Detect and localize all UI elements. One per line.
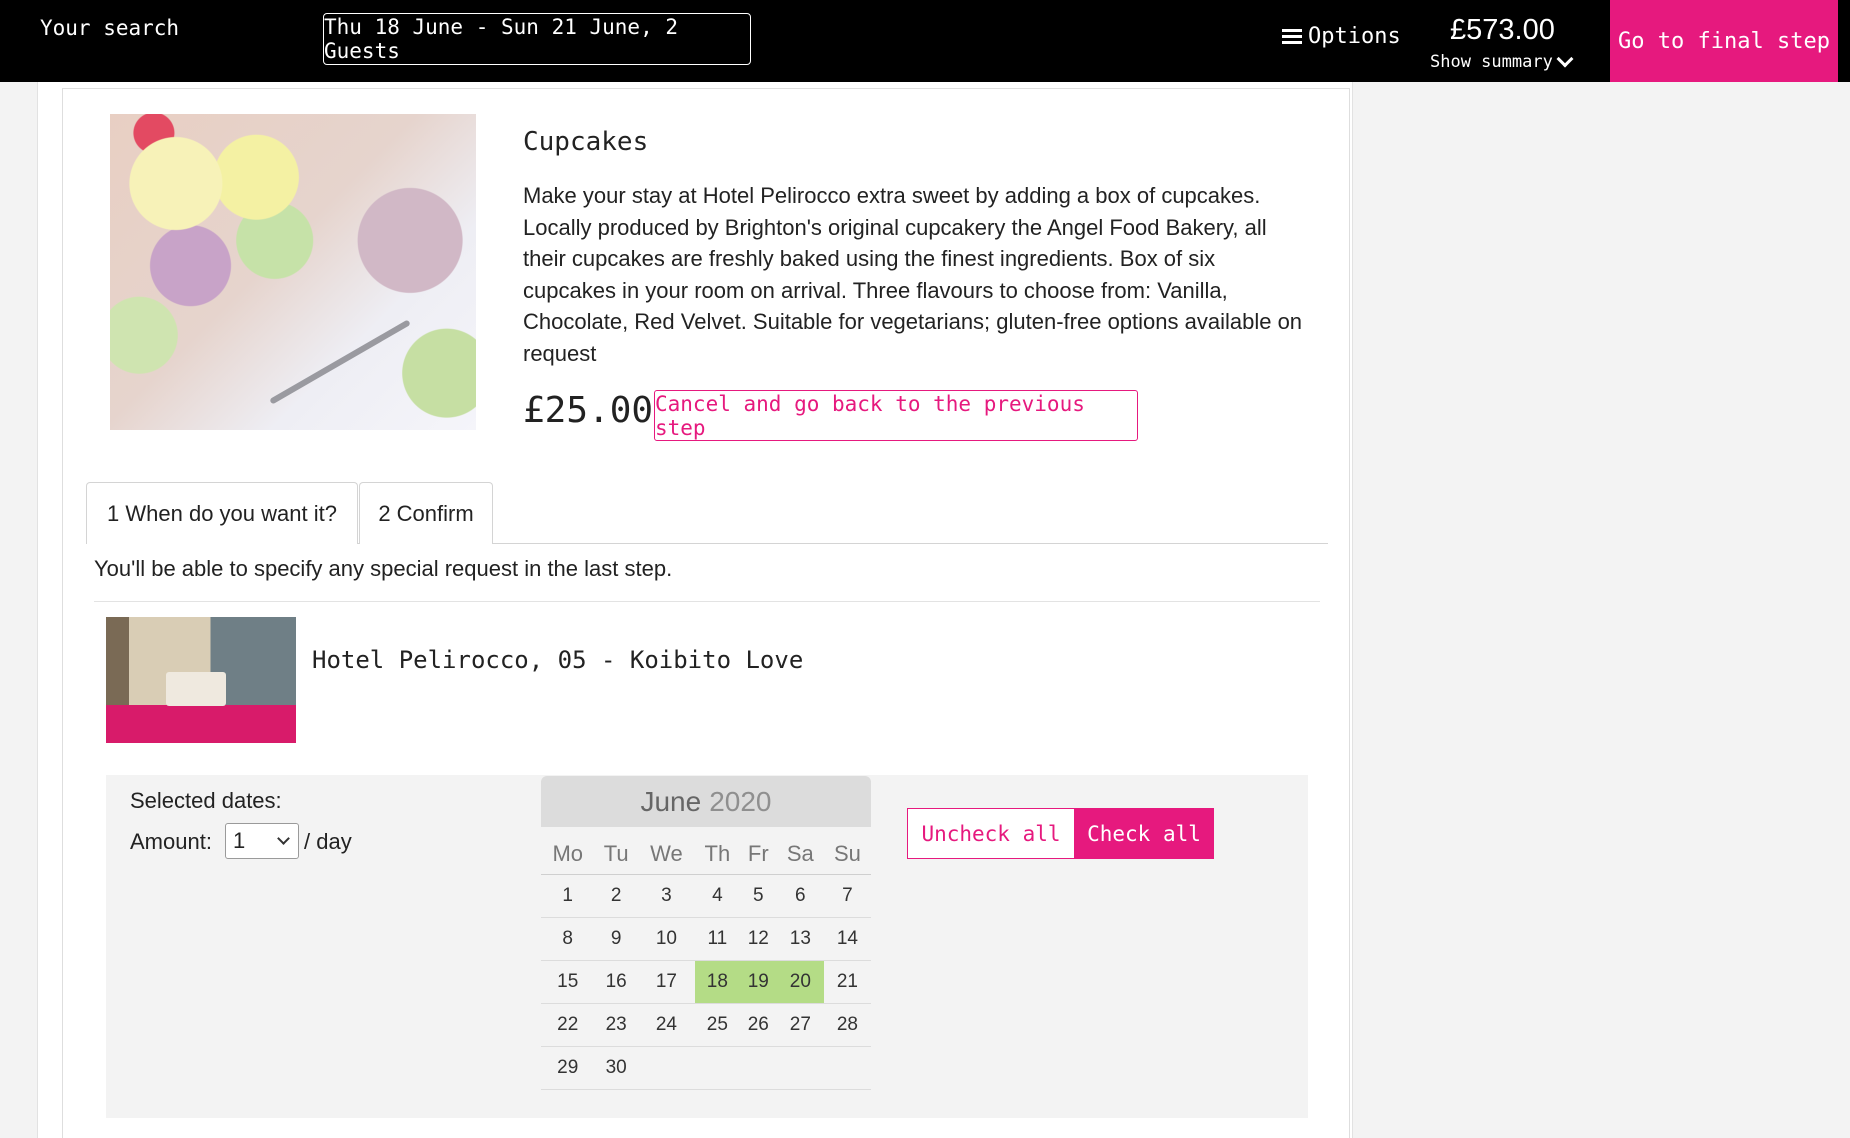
- tab-when[interactable]: 1 When do you want it?: [86, 482, 358, 544]
- calendar-day[interactable]: 7: [823, 874, 871, 918]
- uncheck-all-button[interactable]: Uncheck all: [907, 808, 1075, 859]
- calendar-day[interactable]: 8: [541, 917, 595, 961]
- search-summary-button[interactable]: Thu 18 June - Sun 21 June, 2 Guests: [323, 13, 751, 65]
- calendar-day[interactable]: 20: [776, 960, 824, 1004]
- calendar-week: 8 9 10 11 12 13 14: [541, 917, 871, 961]
- calendar-day[interactable]: 21: [823, 960, 871, 1004]
- calendar-day[interactable]: 24: [637, 1003, 695, 1047]
- options-menu-button[interactable]: Options: [1282, 24, 1401, 49]
- your-search-label: Your search: [40, 16, 180, 40]
- per-day-label: / day: [304, 829, 352, 854]
- weekday-header: We: [637, 834, 695, 875]
- hamburger-icon: [1282, 26, 1302, 47]
- calendar-header: June 2020: [541, 776, 871, 827]
- calendar-empty-cell: [694, 1046, 740, 1090]
- options-label: Options: [1308, 24, 1401, 49]
- calendar-day[interactable]: 11: [694, 917, 740, 961]
- calendar-week: 1234567: [541, 874, 871, 918]
- calendar-day[interactable]: 15: [541, 960, 595, 1004]
- cupcakes-image: [110, 114, 476, 430]
- calendar-day[interactable]: 17: [637, 960, 695, 1004]
- calendar-day[interactable]: 13: [776, 917, 824, 961]
- weekday-header: Th: [694, 834, 740, 875]
- calendar-day[interactable]: 16: [594, 960, 638, 1004]
- calendar-day[interactable]: 2: [594, 874, 638, 918]
- calendar-day[interactable]: 25: [694, 1003, 740, 1047]
- special-request-note: You'll be able to specify any special re…: [94, 556, 673, 581]
- weekday-header: Su: [823, 834, 871, 875]
- calendar-empty-cell: [637, 1046, 695, 1090]
- calendar-day[interactable]: 12: [739, 917, 777, 961]
- weekday-header: Tu: [594, 834, 638, 875]
- calendar-day[interactable]: 30: [594, 1046, 638, 1090]
- calendar-week: 15 16 17 18 19 20 21: [541, 960, 871, 1004]
- room-name: Hotel Pelirocco, 05 - Koibito Love: [312, 646, 804, 674]
- calendar-day[interactable]: 23: [594, 1003, 638, 1047]
- go-to-final-step-button[interactable]: Go to final step: [1610, 0, 1838, 82]
- chevron-down-icon: [1556, 50, 1574, 68]
- product-title: Cupcakes: [523, 127, 649, 157]
- weekday-header: Fr: [739, 834, 777, 875]
- calendar-week: 22 23 24 25 26 27 28: [541, 1003, 871, 1047]
- calendar-empty-cell: [776, 1046, 824, 1090]
- calendar-day[interactable]: 29: [541, 1046, 595, 1090]
- top-bar: Your search Thu 18 June - Sun 21 June, 2…: [0, 0, 1850, 82]
- calendar-day[interactable]: 3: [637, 874, 695, 918]
- calendar-day[interactable]: 6: [776, 874, 824, 918]
- calendar-empty-cell: [823, 1046, 871, 1090]
- calendar-day[interactable]: 14: [823, 917, 871, 961]
- calendar-day[interactable]: 26: [739, 1003, 777, 1047]
- amount-label: Amount:: [130, 829, 212, 854]
- calendar-empty-cell: [739, 1046, 777, 1090]
- show-summary-toggle[interactable]: Show summary: [1430, 50, 1574, 72]
- calendar-day[interactable]: 27: [776, 1003, 824, 1047]
- fork-shape: [269, 319, 411, 405]
- amount-select[interactable]: 1: [225, 823, 299, 859]
- calendar-day[interactable]: 28: [823, 1003, 871, 1047]
- calendar-week: 29 30: [541, 1046, 871, 1090]
- calendar-day[interactable]: 10: [637, 917, 695, 961]
- cancel-button[interactable]: Cancel and go back to the previous step: [654, 390, 1138, 441]
- calendar-year: 2020: [709, 785, 772, 817]
- bed-shape: [166, 672, 226, 706]
- product-price: £25.00: [523, 390, 654, 431]
- calendar-day[interactable]: 5: [739, 874, 777, 918]
- calendar-month: June: [640, 785, 702, 817]
- room-thumbnail: [106, 617, 296, 743]
- chevron-down-icon: [277, 832, 290, 845]
- check-all-button[interactable]: Check all: [1074, 808, 1214, 859]
- tab-confirm[interactable]: 2 Confirm: [359, 482, 493, 544]
- calendar-grid: Mo Tu We Th Fr Sa Su 1 2 3 4 5 6 7 8 9 10 11 12 13 14…: [541, 834, 871, 1090]
- divider: [94, 601, 1320, 602]
- weekday-header: Sa: [776, 834, 824, 875]
- weekday-header: Mo: [541, 834, 595, 875]
- amount-value: 1: [233, 828, 246, 853]
- calendar-day[interactable]: 1: [541, 874, 595, 918]
- calendar-day[interactable]: 18: [694, 960, 740, 1004]
- show-summary-label: Show summary: [1430, 52, 1553, 72]
- selected-dates-label: Selected dates:: [130, 788, 282, 813]
- calendar-day[interactable]: 9: [594, 917, 638, 961]
- calendar-day[interactable]: 19: [739, 960, 777, 1004]
- calendar-day[interactable]: 22: [541, 1003, 595, 1047]
- total-price: £573.00: [1450, 14, 1555, 46]
- product-description: Make your stay at Hotel Pelirocco extra …: [523, 183, 1303, 366]
- calendar-day[interactable]: 4: [694, 874, 740, 918]
